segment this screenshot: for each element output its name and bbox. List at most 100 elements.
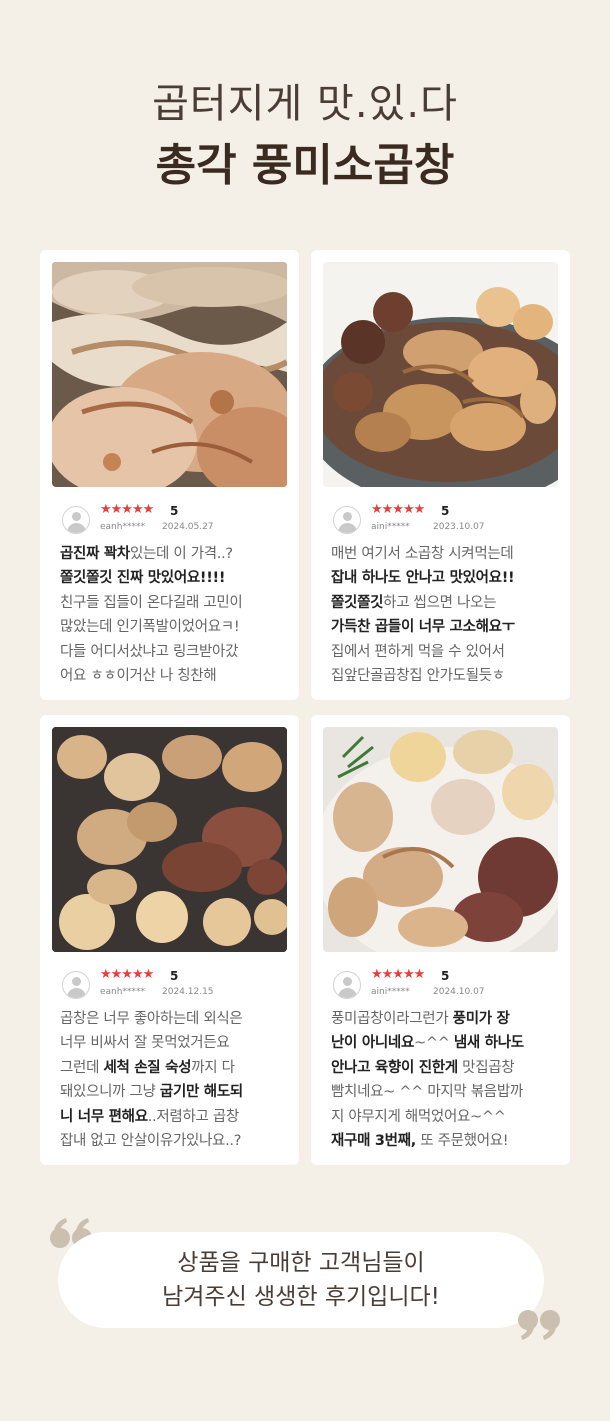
star-rating-icon: ★★★★★ [371, 967, 425, 982]
review-photo [323, 262, 558, 487]
rating-score: 5 [441, 504, 450, 518]
review-line: 빰치네요~ ^^ 마지막 볶음밥까 [331, 1080, 561, 1104]
grilled-gopchang-photo [52, 262, 287, 487]
review-segment: 곱창은 너무 좋아하는데 외식은 [60, 1011, 243, 1027]
review-segment: 맛집곱창 [457, 1059, 515, 1076]
gopchang-bowl-photo [323, 727, 558, 952]
review-date: 2023.10.07 [433, 522, 485, 532]
rating-score: 5 [441, 969, 450, 983]
review-line: 풍미곱창이라그런가 풍미가 장 [331, 1007, 561, 1031]
review-highlight: 쫄깃쫄깃 [331, 594, 384, 611]
review-line: 많았는데 인기폭발이었어요ㅋ! [60, 615, 290, 639]
review-segment: 있는데 이 가격..? [129, 546, 233, 562]
review-segment: 집앞단골곱창집 안가도될듯ㅎ [331, 668, 505, 685]
gopchang-plate-photo [323, 262, 558, 487]
review-line: 너무 비싸서 잘 못먹었거든요 [60, 1031, 290, 1055]
review-highlight: 쫄깃쫄깃 진짜 맛있어요!!!! [60, 570, 226, 587]
star-rating-icon: ★★★★★ [371, 502, 425, 517]
review-line: 곱창은 너무 좋아하는데 외식은 [60, 1007, 290, 1031]
review-line: 어요 ㅎㅎ이거산 나 칭찬해 [60, 664, 290, 688]
review-line: 안나고 육향이 진한게 맛집곱창 [331, 1056, 561, 1080]
review-highlight: 곱진짜 꽉차 [60, 546, 130, 562]
review-highlight: 난이 아니네요 [331, 1035, 414, 1052]
reviewer-name: eanh***** [100, 522, 145, 532]
review-card: ★★★★★ 5 aini***** 2023.10.07 매번 여기서 소곱창 … [311, 250, 570, 700]
review-segment: 풍미곱창이라그런가 [331, 1011, 453, 1027]
review-highlight: 냄새 하나도 [453, 1035, 524, 1052]
review-line: 난이 아니네요~^^ 냄새 하나도 [331, 1031, 561, 1055]
reviewer-name: aini***** [371, 987, 410, 997]
review-line: 니 너무 편해요..저렴하고 곱창 [60, 1105, 290, 1129]
review-date: 2024.10.07 [433, 987, 485, 997]
review-segment: 지 야무지게 해먹었어요~^^ [331, 1108, 506, 1125]
review-highlight: 재구매 3번째, [331, 1133, 416, 1150]
rating-score: 5 [170, 504, 179, 518]
review-segment: 돼있으니까 그냥 [60, 1084, 160, 1101]
review-card: ★★★★★ 5 aini***** 2024.10.07 풍미곱창이라그런가 풍… [311, 715, 570, 1165]
review-segment: 매번 여기서 소곱창 시켜먹는데 [331, 546, 514, 562]
avatar-icon [62, 506, 90, 534]
reviewer-name: aini***** [371, 522, 410, 532]
review-line: 다들 어디서샀냐고 링크받아갔 [60, 640, 290, 664]
headline-sub: 곱터지게 맛.있.다 [152, 81, 458, 127]
review-date: 2024.05.27 [162, 522, 214, 532]
review-photo [52, 262, 287, 487]
review-meta: ★★★★★ 5 eanh***** 2024.12.15 [62, 967, 282, 1001]
review-line: 집앞단골곱창집 안가도될듯ㅎ [331, 664, 561, 688]
review-photo [52, 727, 287, 952]
review-segment: 빰치네요~ ^^ 마지막 볶음밥까 [331, 1084, 523, 1101]
headline: 곱터지게 맛.있.다 총각 풍미소곱창 [0, 80, 610, 196]
review-line: 재구매 3번째, 또 주문했어요! [331, 1129, 561, 1153]
headline-main: 총각 풍미소곱창 [155, 140, 455, 191]
review-line: 쫄깃쫄깃 진짜 맛있어요!!!! [60, 566, 290, 590]
closing-message: 상품을 구매한 고객님들이 남겨주신 생생한 후기입니다! [58, 1232, 544, 1328]
review-line: 지 야무지게 해먹었어요~^^ [331, 1105, 561, 1129]
reviewer-name: eanh***** [100, 987, 145, 997]
review-highlight: 세척 손질 숙성 [103, 1059, 192, 1076]
review-card: ★★★★★ 5 eanh***** 2024.12.15 곱창은 너무 좋아하는… [40, 715, 299, 1165]
review-segment: 잡내 없고 안살이유가있나요..? [60, 1133, 242, 1150]
review-segment: 그런데 [60, 1059, 104, 1076]
review-segment: 친구들 집들이 온다길래 고민이 [60, 594, 243, 611]
star-rating-icon: ★★★★★ [100, 502, 154, 517]
review-segment: 까지 다 [191, 1059, 235, 1076]
avatar-icon [333, 506, 361, 534]
review-text: 곱창은 너무 좋아하는데 외식은 너무 비싸서 잘 못먹었거든요 그런데 세척 손질… [60, 1007, 290, 1153]
review-line: 매번 여기서 소곱창 시켜먹는데 [331, 542, 561, 566]
review-text: 풍미곱창이라그런가 풍미가 장 난이 아니네요~^^ 냄새 하나도 안나고 육향이 … [331, 1007, 561, 1153]
quote-close-icon [518, 1310, 560, 1340]
star-rating-icon: ★★★★★ [100, 967, 154, 982]
review-highlight: 가득찬 곱들이 너무 고소해요ㅜ [331, 619, 515, 636]
review-segment: 다들 어디서샀냐고 링크받아갔 [60, 643, 239, 660]
review-highlight: 잡내 하나도 안나고 맛있어요!! [331, 570, 515, 587]
review-segment: 많았는데 인기폭발이었어요ㅋ! [60, 619, 240, 636]
review-highlight: 안나고 육향이 진한게 [331, 1059, 458, 1076]
gopchang-in-pan-photo [52, 727, 287, 952]
review-segment: 어요 ㅎㅎ이거산 나 칭찬해 [60, 668, 217, 685]
review-line: 잡내 없고 안살이유가있나요..? [60, 1129, 290, 1153]
closing-line-2: 남겨주신 생생한 후기입니다! [162, 1284, 440, 1310]
review-highlight: 풍미가 장 [452, 1011, 510, 1027]
avatar-icon [333, 971, 361, 999]
review-line: 잡내 하나도 안나고 맛있어요!! [331, 566, 561, 590]
review-line: 친구들 집들이 온다길래 고민이 [60, 591, 290, 615]
closing-line-1: 상품을 구매한 고객님들이 [177, 1250, 425, 1276]
review-card: ★★★★★ 5 eanh***** 2024.05.27 곱진짜 꽉차있는데 이… [40, 250, 299, 700]
review-segment: 또 주문했어요! [415, 1133, 509, 1150]
review-meta: ★★★★★ 5 aini***** 2023.10.07 [333, 502, 553, 536]
rating-score: 5 [170, 969, 179, 983]
review-segment: ..저렴하고 곱창 [147, 1108, 239, 1125]
review-text: 매번 여기서 소곱창 시켜먹는데잡내 하나도 안나고 맛있어요!! 쫄깃쫄깃하고 … [331, 542, 561, 688]
review-segment: 하고 씹으면 나오는 [383, 594, 497, 611]
review-meta: ★★★★★ 5 aini***** 2024.10.07 [333, 967, 553, 1001]
review-text: 곱진짜 꽉차있는데 이 가격..? 쫄깃쫄깃 진짜 맛있어요!!!! 친구들 집들이… [60, 542, 290, 688]
review-line: 쫄깃쫄깃하고 씹으면 나오는 [331, 591, 561, 615]
review-segment: 집에서 편하게 먹을 수 있어서 [331, 643, 505, 660]
review-line: 가득찬 곱들이 너무 고소해요ㅜ [331, 615, 561, 639]
review-line: 그런데 세척 손질 숙성까지 다 [60, 1056, 290, 1080]
review-highlight: 니 너무 편해요 [60, 1108, 148, 1125]
avatar-icon [62, 971, 90, 999]
review-segment: ~^^ [414, 1035, 454, 1052]
review-highlight: 굽기만 해도되 [159, 1084, 243, 1101]
review-meta: ★★★★★ 5 eanh***** 2024.05.27 [62, 502, 282, 536]
